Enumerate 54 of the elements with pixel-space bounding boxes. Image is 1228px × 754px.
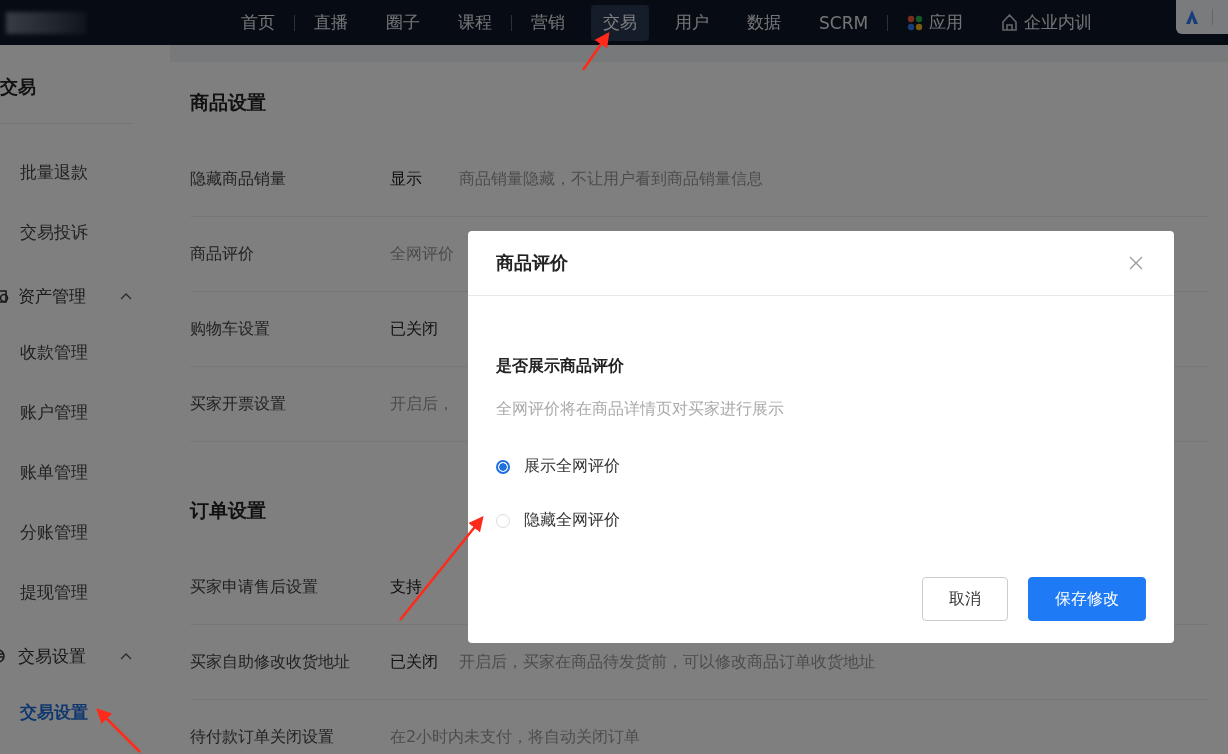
hint-text: 全网评价将在商品详情页对买家进行展示: [496, 399, 785, 420]
apps-icon: [907, 14, 924, 31]
sidebar-title: 交易: [0, 75, 36, 99]
close-icon[interactable]: [1129, 256, 1143, 270]
nav-tab[interactable]: 交易: [591, 4, 649, 41]
annotation-arrow: [581, 31, 610, 71]
setting-label: 买家开票设置: [190, 393, 287, 415]
nav-tab[interactable]: 圈子: [374, 4, 432, 41]
nav-tab[interactable]: 课程: [446, 4, 504, 41]
setting-label: 隐藏商品销量: [190, 168, 287, 190]
sidebar-item[interactable]: 收款管理: [0, 322, 88, 382]
radio-button[interactable]: [496, 459, 510, 474]
cancel-button[interactable]: 取消: [922, 577, 1008, 621]
nav-tab[interactable]: 首页: [229, 4, 287, 41]
sidebar-group[interactable]: 交易设置: [18, 644, 86, 668]
setting-label: 待付款订单关闭设置: [190, 726, 335, 748]
triangle-icon: [1186, 10, 1198, 24]
nav-tab[interactable]: 营销: [519, 4, 577, 41]
setting-label: 商品评价: [190, 243, 255, 265]
sidebar-item[interactable]: 批量退款: [0, 142, 88, 202]
caret-icon[interactable]: [120, 652, 132, 660]
dialog-title: 商品评价: [496, 251, 568, 275]
sidebar-item[interactable]: 提现管理: [0, 562, 88, 622]
nav-tab[interactable]: 企业内训: [989, 4, 1105, 41]
nav-tab[interactable]: 直播: [302, 4, 360, 41]
option-label[interactable]: 展示全网评价: [524, 456, 620, 477]
setting-label: 购物车设置: [190, 318, 271, 340]
option-label[interactable]: 隐藏全网评价: [524, 510, 620, 531]
nav-tab[interactable]: 应用: [895, 4, 976, 41]
setting-value: 已关闭: [390, 318, 439, 340]
sidebar-item[interactable]: 分账管理: [0, 502, 88, 562]
nav-tab[interactable]: 数据: [735, 4, 793, 41]
nav-tab[interactable]: SCRM: [807, 4, 881, 41]
question-label: 是否展示商品评价: [496, 356, 625, 377]
annotation-arrow: [96, 708, 141, 753]
setting-value: 支持: [390, 576, 423, 598]
sidebar-item[interactable]: 交易投诉: [0, 202, 88, 262]
sidebar-group[interactable]: 资产管理: [18, 284, 86, 308]
setting-label: 买家申请售后设置: [190, 576, 319, 598]
building-icon: [1001, 14, 1019, 31]
setting-value: 显示: [390, 168, 423, 190]
setting-label: 买家自助修改收货地址: [190, 651, 351, 673]
save-button[interactable]: 保存修改: [1028, 577, 1146, 621]
section-title: 订单设置: [190, 498, 266, 523]
nav-tab[interactable]: 用户: [663, 4, 721, 41]
section-title: 商品设置: [190, 90, 266, 115]
logo-icon: [6, 11, 86, 34]
sidebar-item[interactable]: 账单管理: [0, 442, 88, 502]
account-button[interactable]: [1176, 0, 1228, 34]
sidebar-item[interactable]: 交易设置: [0, 682, 88, 742]
sidebar-item[interactable]: 账户管理: [0, 382, 88, 442]
wallet-icon: [0, 288, 10, 304]
setting-value: 已关闭: [390, 651, 439, 673]
caret-icon[interactable]: [120, 292, 132, 300]
